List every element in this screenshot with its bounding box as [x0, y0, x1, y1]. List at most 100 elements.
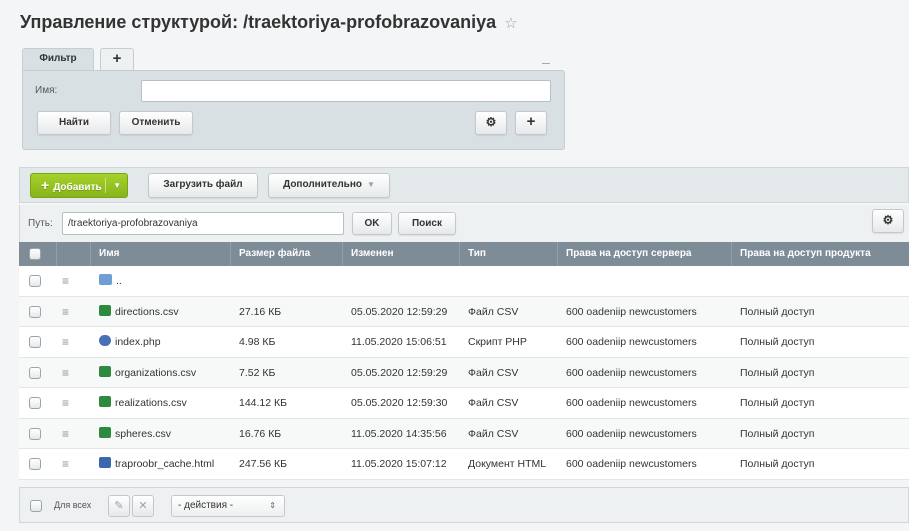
delete-button[interactable]: ✕: [132, 495, 154, 517]
add-filter-tab-button[interactable]: +: [100, 48, 134, 70]
file-size: 7.52 КБ: [239, 366, 276, 379]
file-name-cell[interactable]: traproobr_cache.html: [91, 449, 231, 479]
file-size: 247.56 КБ: [239, 458, 288, 470]
file-modified: 05.05.2020 12:59:29: [351, 366, 448, 379]
select-all-checkbox[interactable]: [29, 248, 41, 260]
file-name: directions.csv: [115, 305, 179, 318]
php-file-icon: [99, 335, 111, 346]
filter-settings-button[interactable]: ⚙: [475, 111, 507, 135]
file-name: realizations.csv: [115, 397, 187, 409]
more-button-label: Дополнительно: [283, 179, 362, 190]
file-name-cell[interactable]: spheres.csv: [91, 419, 231, 449]
hamburger-icon[interactable]: ≡: [62, 266, 69, 296]
file-modified: 11.05.2020 14:35:56: [351, 427, 447, 440]
file-name-cell[interactable]: organizations.csv: [91, 358, 231, 388]
product-rights: Полный доступ: [740, 397, 815, 409]
close-icon: ✕: [138, 500, 148, 512]
file-modified: 05.05.2020 12:59:29: [351, 305, 448, 318]
filter-panel: Имя: Найти Отменить ⚙ +: [22, 70, 565, 150]
table-row[interactable]: ≡ index.php 4.98 КБ 11.05.2020 15:06:51 …: [19, 327, 909, 358]
edit-button[interactable]: ✎: [108, 495, 130, 517]
table-row[interactable]: ≡ directions.csv 27.16 КБ 05.05.2020 12:…: [19, 296, 909, 327]
file-name: traproobr_cache.html: [115, 458, 215, 470]
add-button-separator: [105, 178, 106, 193]
more-button[interactable]: Дополнительно ▼: [268, 173, 390, 198]
product-rights: Полный доступ: [740, 458, 815, 470]
file-size: 4.98 КБ: [239, 336, 276, 348]
select-arrows-icon: ⇕: [269, 501, 276, 510]
row-checkbox[interactable]: [29, 427, 41, 440]
upload-file-button[interactable]: Загрузить файл: [148, 173, 258, 198]
column-header-product-rights[interactable]: Права на доступ продукта: [732, 242, 909, 266]
file-name: index.php: [115, 336, 161, 348]
row-checkbox[interactable]: [29, 458, 41, 470]
file-name-cell[interactable]: index.php: [91, 327, 231, 357]
row-checkbox[interactable]: [29, 366, 41, 379]
file-name: spheres.csv: [115, 427, 172, 440]
tab-filter[interactable]: Фильтр: [22, 48, 94, 70]
file-name: organizations.csv: [115, 366, 197, 379]
path-label: Путь:: [28, 218, 53, 229]
list-settings-button[interactable]: ⚙: [872, 209, 904, 233]
file-type: Файл CSV: [468, 366, 519, 379]
add-button[interactable]: + Добавить ▼: [30, 173, 128, 198]
file-name-cell[interactable]: directions.csv: [91, 297, 231, 327]
cancel-button[interactable]: Отменить: [119, 111, 193, 135]
add-button-label: Добавить: [53, 182, 102, 193]
table-row[interactable]: ≡ spheres.csv 16.76 КБ 11.05.2020 14:35:…: [19, 418, 909, 449]
column-header-size[interactable]: Размер файла: [231, 242, 343, 266]
parent-folder-link[interactable]: ..: [91, 266, 231, 296]
filter-add-field-button[interactable]: +: [515, 111, 547, 135]
column-header-modified[interactable]: Изменен: [343, 242, 460, 266]
hamburger-icon[interactable]: ≡: [62, 327, 69, 357]
file-name-cell[interactable]: realizations.csv: [91, 388, 231, 418]
csv-file-icon: [99, 304, 111, 316]
column-header-name[interactable]: Имя: [91, 242, 231, 266]
find-button[interactable]: Найти: [37, 111, 111, 135]
table-row[interactable]: ≡ realizations.csv 144.12 КБ 05.05.2020 …: [19, 388, 909, 419]
row-checkbox[interactable]: [29, 305, 41, 318]
column-header-server-rights[interactable]: Права на доступ сервера: [558, 242, 732, 266]
column-header-type[interactable]: Тип: [460, 242, 558, 266]
table-row[interactable]: ≡ organizations.csv 7.52 КБ 05.05.2020 1…: [19, 357, 909, 388]
filter-collapse-icon[interactable]: –: [542, 54, 550, 70]
table-row-parent-folder[interactable]: ≡ ..: [19, 266, 909, 297]
file-modified: 05.05.2020 12:59:30: [351, 397, 448, 409]
server-rights: 600 oadeniip newcustomers: [566, 458, 697, 470]
group-actions-bar: Для всех ✎ ✕ - действия - ⇕: [19, 487, 909, 523]
row-checkbox[interactable]: [29, 397, 41, 409]
path-bar: Путь: OK Поиск ⚙: [19, 205, 909, 242]
server-rights: 600 oadeniip newcustomers: [566, 366, 697, 379]
gear-icon: ⚙: [882, 213, 894, 227]
star-icon[interactable]: ☆: [504, 15, 517, 32]
hamburger-icon[interactable]: ≡: [62, 449, 69, 479]
name-filter-input[interactable]: [141, 80, 551, 102]
hamburger-icon[interactable]: ≡: [62, 358, 69, 388]
row-checkbox[interactable]: [29, 336, 41, 348]
file-modified: 11.05.2020 15:07:12: [351, 458, 447, 470]
hamburger-icon[interactable]: ≡: [62, 297, 69, 327]
gear-icon: ⚙: [485, 115, 497, 129]
table-header: Имя Размер файла Изменен Тип Права на до…: [19, 242, 909, 266]
server-rights: 600 oadeniip newcustomers: [566, 397, 697, 409]
product-rights: Полный доступ: [740, 427, 815, 440]
file-modified: 11.05.2020 15:06:51: [351, 336, 447, 348]
name-filter-label: Имя:: [35, 85, 58, 96]
folder-up-icon: [99, 274, 112, 285]
apply-to-all-label: Для всех: [54, 500, 92, 510]
product-rights: Полный доступ: [740, 366, 815, 379]
table-row[interactable]: ≡ traproobr_cache.html 247.56 КБ 11.05.2…: [19, 449, 909, 480]
actions-select[interactable]: - действия - ⇕: [171, 495, 285, 517]
path-ok-button[interactable]: OK: [352, 212, 392, 235]
server-rights: 600 oadeniip newcustomers: [566, 336, 697, 348]
row-checkbox[interactable]: [29, 275, 41, 287]
parent-folder-label: ..: [116, 275, 122, 287]
apply-to-all-checkbox[interactable]: [30, 500, 42, 512]
pencil-icon: ✎: [114, 500, 124, 512]
page-title-text: Управление структурой: /traektoriya-prof…: [20, 12, 497, 32]
hamburger-icon[interactable]: ≡: [62, 419, 69, 449]
hamburger-icon[interactable]: ≡: [62, 388, 69, 418]
search-button[interactable]: Поиск: [398, 212, 456, 235]
chevron-down-icon[interactable]: ▼: [113, 174, 121, 197]
path-input[interactable]: [62, 212, 344, 235]
